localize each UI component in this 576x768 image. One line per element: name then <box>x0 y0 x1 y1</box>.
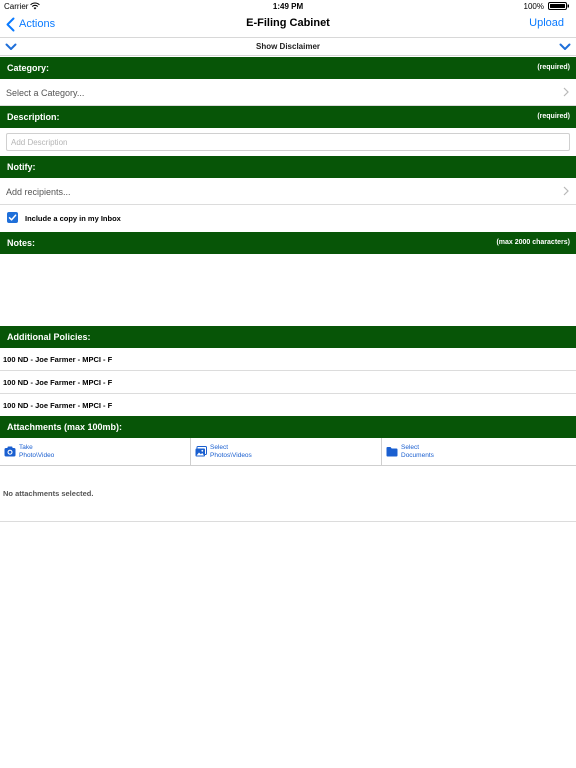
notes-header-title: Notes: <box>7 238 36 248</box>
policies-section-header: Additional Policies: <box>0 326 576 348</box>
select-documents-label: Select Documents <box>401 444 434 459</box>
battery-percent: 100% <box>523 2 544 11</box>
description-section-header: Description: (required) <box>0 106 576 128</box>
page-title: E-Filing Cabinet <box>246 17 330 29</box>
notes-max-hint: (max 2000 characters) <box>496 239 570 246</box>
recipients-select[interactable]: Add recipients... <box>0 178 576 205</box>
policy-label: 100 ND - Joe Farmer - MPCI - F <box>3 378 113 387</box>
select-documents-button[interactable]: Select Documents <box>382 438 576 465</box>
take-photo-video-label: Take Photo\Video <box>19 444 55 459</box>
checkmark-icon <box>8 214 17 221</box>
description-input[interactable]: Add Description <box>6 133 570 151</box>
category-select[interactable]: Select a Category... <box>0 79 576 106</box>
photos-icon <box>195 446 207 457</box>
attachments-header-title: Attachments (max 100mb): <box>7 422 123 432</box>
policy-label: 100 ND - Joe Farmer - MPCI - F <box>3 401 113 410</box>
policy-label: 100 ND - Joe Farmer - MPCI - F <box>3 355 113 364</box>
notify-section-header: Notify: <box>0 156 576 178</box>
description-header-title: Description: <box>7 112 60 122</box>
inbox-copy-checkbox[interactable] <box>7 212 18 223</box>
policy-row[interactable]: 100 ND - Joe Farmer - MPCI - F <box>0 348 576 371</box>
status-bar: Carrier 1:49 PM 100% <box>0 0 576 12</box>
category-section-header: Category: (required) <box>0 57 576 79</box>
policy-row[interactable]: 100 ND - Joe Farmer - MPCI - F <box>0 394 576 417</box>
notify-header-title: Notify: <box>7 162 36 172</box>
navigation-bar: Actions E-Filing Cabinet Upload <box>0 12 576 37</box>
chevron-right-icon <box>563 87 569 97</box>
take-photo-video-button[interactable]: Take Photo\Video <box>0 438 190 465</box>
no-attachments-message: No attachments selected. <box>3 489 94 498</box>
select-photos-videos-button[interactable]: Select Photos\Videos <box>191 438 381 465</box>
camera-icon <box>4 446 16 457</box>
category-placeholder: Select a Category... <box>6 88 85 98</box>
policy-row[interactable]: 100 ND - Joe Farmer - MPCI - F <box>0 371 576 394</box>
inbox-copy-row: Include a copy in my Inbox <box>0 205 576 231</box>
battery-icon <box>548 2 569 10</box>
notes-section-header: Notes: (max 2000 characters) <box>0 232 576 254</box>
folder-icon <box>386 447 398 457</box>
show-disclaimer-label: Show Disclaimer <box>255 42 321 51</box>
chevron-left-icon <box>6 17 15 31</box>
inbox-copy-label: Include a copy in my Inbox <box>25 214 121 223</box>
select-photos-videos-label: Select Photos\Videos <box>210 444 252 459</box>
divider <box>0 521 576 522</box>
policies-header-title: Additional Policies: <box>7 332 91 342</box>
chevron-down-icon[interactable] <box>5 42 17 52</box>
category-header-title: Category: <box>7 63 50 73</box>
notes-textarea[interactable] <box>0 254 576 326</box>
back-button-label: Actions <box>19 18 56 30</box>
attachments-section-header: Attachments (max 100mb): <box>0 416 576 438</box>
upload-button[interactable]: Upload <box>529 17 564 29</box>
disclaimer-toggle[interactable]: Show Disclaimer <box>0 37 576 56</box>
chevron-down-icon[interactable] <box>559 42 571 52</box>
status-time: 1:49 PM <box>272 2 304 11</box>
chevron-right-icon <box>563 186 569 196</box>
description-required-hint: (required) <box>537 113 570 120</box>
recipients-placeholder: Add recipients... <box>6 187 71 197</box>
back-button[interactable]: Actions <box>6 16 55 32</box>
attachment-toolbar: Take Photo\Video Select Photos\Videos Se… <box>0 438 576 466</box>
category-required-hint: (required) <box>537 64 570 71</box>
